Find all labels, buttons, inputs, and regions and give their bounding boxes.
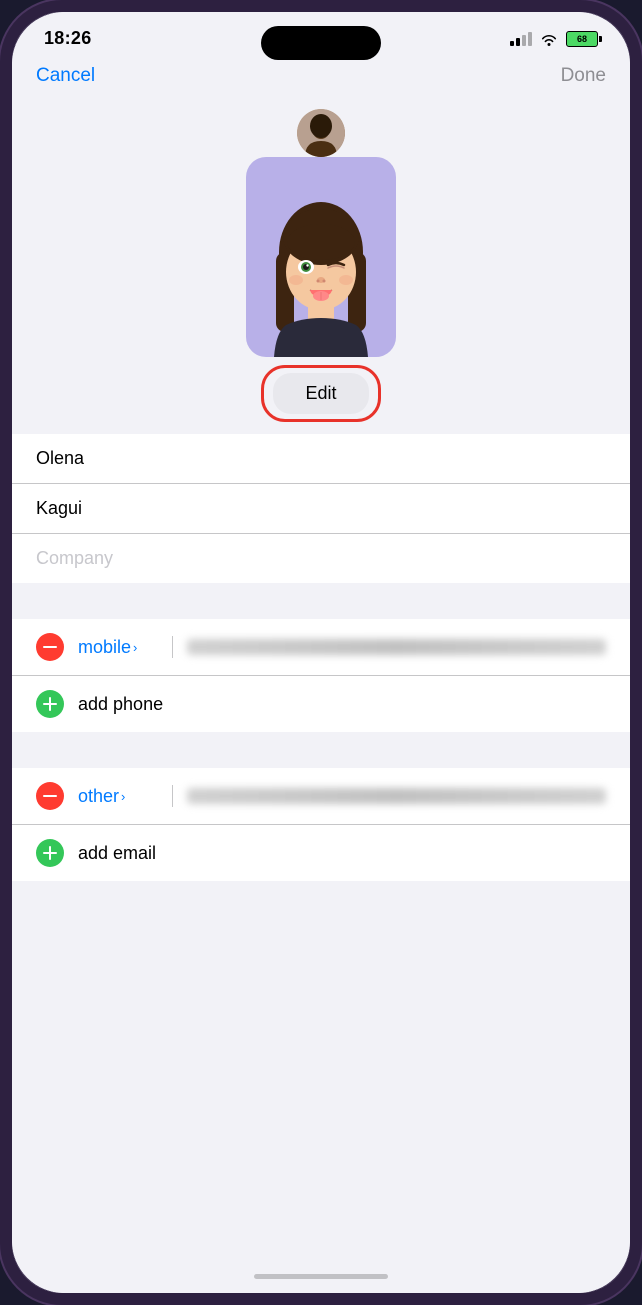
cancel-button[interactable]: Cancel <box>36 65 95 87</box>
contact-card <box>246 157 396 357</box>
status-icons: 68 <box>510 31 598 47</box>
phone-value-blurred <box>187 639 606 655</box>
last-name-value: Kagui <box>36 498 82 518</box>
add-email-button[interactable] <box>36 839 64 867</box>
remove-phone-button[interactable] <box>36 633 64 661</box>
home-indicator <box>12 1259 630 1293</box>
first-name-value: Olena <box>36 448 84 468</box>
email-label-chevron: › <box>121 789 125 804</box>
dynamic-island <box>261 26 381 60</box>
photo-section: Edit <box>12 99 630 434</box>
email-label-text: other <box>78 786 119 807</box>
phone-frame: 18:26 68 Cancel Done <box>0 0 642 1305</box>
email-divider <box>172 785 173 807</box>
add-email-label: add email <box>78 843 156 864</box>
phone-label[interactable]: mobile › <box>78 637 158 658</box>
email-label[interactable]: other › <box>78 786 158 807</box>
name-form-section: Olena Kagui Company <box>12 434 630 583</box>
phone-label-chevron: › <box>133 640 137 655</box>
status-time: 18:26 <box>44 28 92 49</box>
last-name-field[interactable]: Kagui <box>12 484 630 534</box>
section-gap-1 <box>12 583 630 619</box>
contact-avatar-small[interactable] <box>297 109 345 157</box>
edit-ring <box>261 365 380 422</box>
memoji-container <box>256 177 386 357</box>
add-email-row[interactable]: add email <box>12 825 630 881</box>
email-section: other › add email <box>12 768 630 881</box>
battery-indicator: 68 <box>566 31 598 47</box>
edit-button-wrapper: Edit <box>273 373 368 414</box>
add-phone-row[interactable]: add phone <box>12 676 630 732</box>
content-scroll[interactable]: Edit Olena Kagui Company <box>12 99 630 1259</box>
phone-section: mobile › add phone <box>12 619 630 732</box>
email-value-blurred <box>187 788 606 804</box>
company-field[interactable]: Company <box>12 534 630 583</box>
section-gap-3 <box>12 881 630 917</box>
add-phone-label: add phone <box>78 694 163 715</box>
battery-text: 68 <box>577 34 587 44</box>
first-name-field[interactable]: Olena <box>12 434 630 484</box>
home-bar <box>254 1274 388 1279</box>
phone-label-text: mobile <box>78 637 131 658</box>
company-placeholder: Company <box>36 548 113 568</box>
phone-row: mobile › <box>12 619 630 676</box>
done-button[interactable]: Done <box>561 65 606 87</box>
screen: 18:26 68 Cancel Done <box>12 12 630 1293</box>
email-row: other › <box>12 768 630 825</box>
wifi-icon <box>540 32 558 46</box>
section-gap-2 <box>12 732 630 768</box>
add-phone-button[interactable] <box>36 690 64 718</box>
signal-icon <box>510 32 532 46</box>
remove-email-button[interactable] <box>36 782 64 810</box>
phone-divider <box>172 636 173 658</box>
nav-bar: Cancel Done <box>12 57 630 99</box>
